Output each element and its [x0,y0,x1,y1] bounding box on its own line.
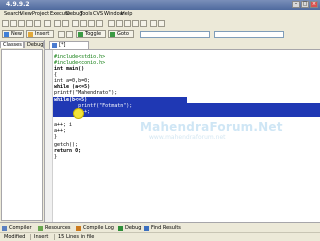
tab-resources-label: Resources [45,225,71,231]
replace-icon[interactable] [80,20,87,27]
print-icon[interactable] [44,20,51,27]
compile-log-icon [76,226,81,231]
window-title: 4.9.9.2 [6,1,30,8]
menu-help[interactable]: Help [121,11,132,17]
goto-button-label: Goto [117,31,129,37]
maximize-button[interactable]: □ [301,1,309,8]
compile-icon[interactable] [108,20,115,27]
cpp-file-icon [52,43,57,48]
status-divider [30,234,31,240]
help-icon[interactable] [158,20,165,27]
minimize-button[interactable]: – [292,1,300,8]
tab-find-results[interactable]: Find Results [144,224,181,232]
menu-tools[interactable]: Tools [80,11,92,17]
tab-debug-output[interactable]: Debug [118,224,141,232]
status-line-count: 15 Lines in file [58,234,95,240]
close-file-icon[interactable] [34,20,41,27]
open-file-icon[interactable] [10,20,17,27]
compiler-icon [2,226,7,231]
status-mode: Insert [34,234,49,240]
code-line: printf("Mahendrato"); [54,90,118,96]
menu-cvs[interactable]: CVS [93,11,103,17]
run-icon[interactable] [116,20,123,27]
menu-search[interactable]: Search [4,11,21,17]
member-select[interactable] [214,31,284,38]
debug-icon[interactable] [140,20,147,27]
editor-gutter [45,50,53,223]
goto-bookmark-button[interactable]: Goto [108,30,134,38]
class-select[interactable] [140,31,210,38]
code-line: } [54,154,58,160]
save-all-icon[interactable] [26,20,33,27]
toggle-bookmark-button[interactable]: Toggle [76,30,106,38]
goto-line-icon[interactable] [96,20,103,27]
code-line: } [54,134,58,140]
status-modified: Modified [4,234,26,240]
new-file-icon[interactable] [2,20,9,27]
rebuild-icon[interactable] [132,20,139,27]
menu-view[interactable]: View [20,11,32,17]
project-options-icon[interactable] [150,20,157,27]
tab-resources[interactable]: Resources [38,224,71,232]
code-line: int main() [54,66,85,72]
tab-classes[interactable]: Classes [0,41,24,48]
editor-area: [*] devc.cpp MahendraForum.Net www.mahen… [45,40,320,223]
insert-icon [28,32,33,37]
resources-icon [38,226,43,231]
project-browser-panel: Classes Debug [0,40,45,222]
tab-debug-output-label: Debug [125,225,142,231]
find-results-icon [144,226,149,231]
tab-compiler-label: Compiler [9,225,32,231]
redo-icon[interactable] [62,20,69,27]
class-browser-tree[interactable] [1,49,43,221]
compile-run-icon[interactable] [124,20,131,27]
tab-compile-log[interactable]: Compile Log [76,224,114,232]
mouse-cursor-highlight [73,108,84,119]
tab-debug[interactable]: Debug [24,41,44,48]
undo-icon[interactable] [54,20,61,27]
status-divider [54,234,55,240]
indent-icon[interactable] [58,31,65,38]
insert-button[interactable]: Insert [26,30,54,38]
tab-compile-log-label: Compile Log [83,225,114,231]
title-bar: 4.9.9.2 – □ × [0,0,320,10]
tab-find-results-label: Find Results [151,225,181,231]
goto-icon [110,32,115,37]
bookmark-icon [78,32,83,37]
new-button-label: New [11,31,22,37]
menu-project[interactable]: Project [32,11,49,17]
find-next-icon[interactable] [88,20,95,27]
new-button[interactable]: New [2,30,24,38]
new-icon [4,32,9,37]
left-panel-tabs: Classes Debug [0,40,44,49]
watermark-url: www.mahendraforum.net [149,134,226,141]
close-button[interactable]: × [310,1,318,8]
find-icon[interactable] [72,20,79,27]
insert-button-label: Insert [35,31,50,37]
code-editor[interactable]: MahendraForum.Net www.mahendraforum.net … [45,49,320,223]
code-line: return 0; [54,148,82,154]
save-icon[interactable] [18,20,25,27]
editor-tab[interactable]: [*] devc.cpp [49,41,89,55]
unindent-icon[interactable] [66,31,73,38]
tab-compiler[interactable]: Compiler [2,224,32,232]
watermark-logo: MahendraForum.Net [140,120,283,134]
toggle-button-label: Toggle [85,31,102,37]
debug-output-icon [118,226,123,231]
